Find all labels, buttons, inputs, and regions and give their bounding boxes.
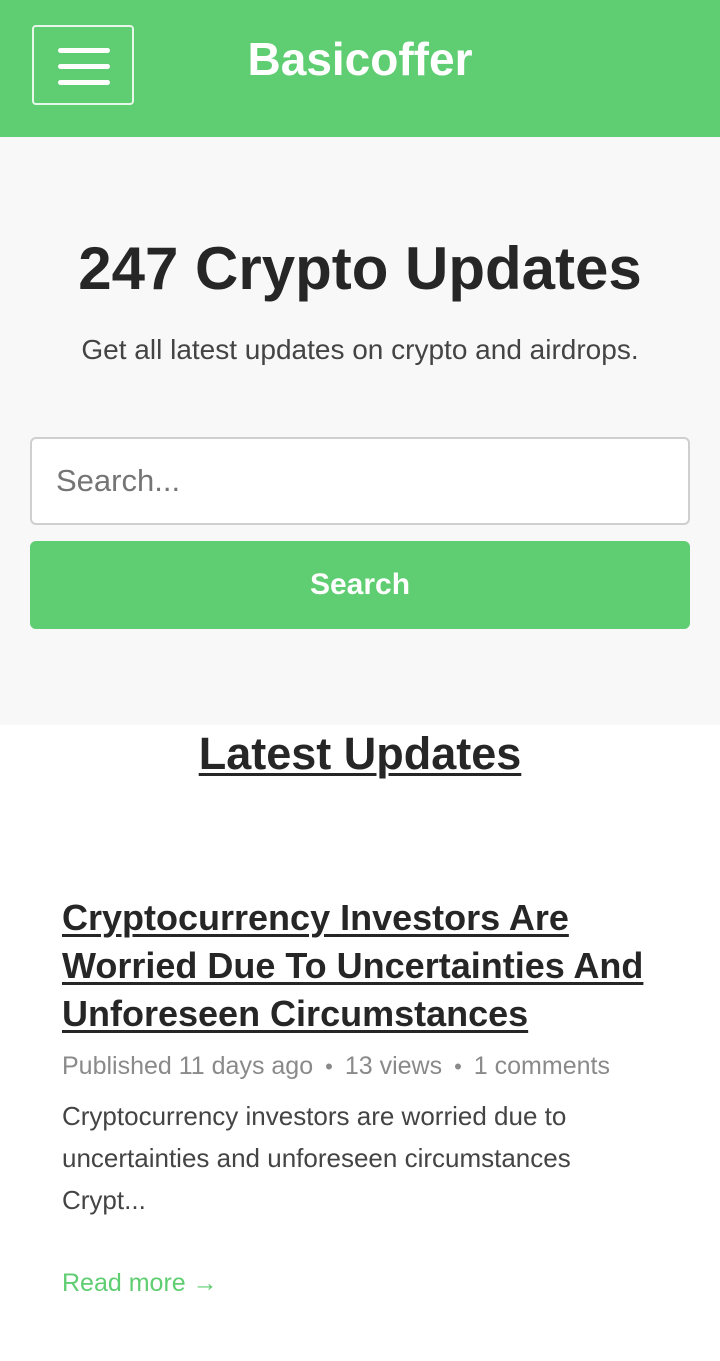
brand-logo-link[interactable]: Basicoffer — [200, 31, 520, 87]
post-meta: Published 11 days ago • 13 views • 1 comment… — [62, 1046, 682, 1087]
post-card: Cryptocurrency Investors Are Worried Due… — [62, 894, 682, 1303]
hero-title: 247 Crypto Updates — [78, 235, 642, 302]
post-views: 13 views — [344, 1052, 443, 1080]
search-button[interactable]: Search — [30, 541, 690, 629]
post-title-link[interactable]: Cryptocurrency Investors Are Worried Due… — [62, 897, 643, 1034]
post-excerpt: Cryptocurrency investors are worried due… — [62, 1101, 571, 1215]
meta-separator: • — [454, 1054, 462, 1079]
post-comments: 1 comments — [473, 1052, 610, 1080]
read-more-link[interactable]: Read more → — [62, 1263, 218, 1303]
top-navbar: Basicoffer — [0, 0, 720, 137]
section-title: Latest Updates — [0, 726, 720, 782]
menu-toggle-button[interactable] — [32, 25, 134, 105]
meta-separator: • — [325, 1054, 333, 1079]
section-title-text: Latest Updates — [198, 728, 522, 779]
hero-section: 247 Crypto Updates Get all latest update… — [0, 137, 720, 725]
search-input[interactable] — [30, 437, 690, 525]
post-published: Published 11 days ago — [62, 1052, 314, 1080]
hero-subtitle: Get all latest updates on crypto and air… — [81, 334, 639, 365]
post-title: Cryptocurrency Investors Are Worried Due… — [62, 894, 682, 1038]
